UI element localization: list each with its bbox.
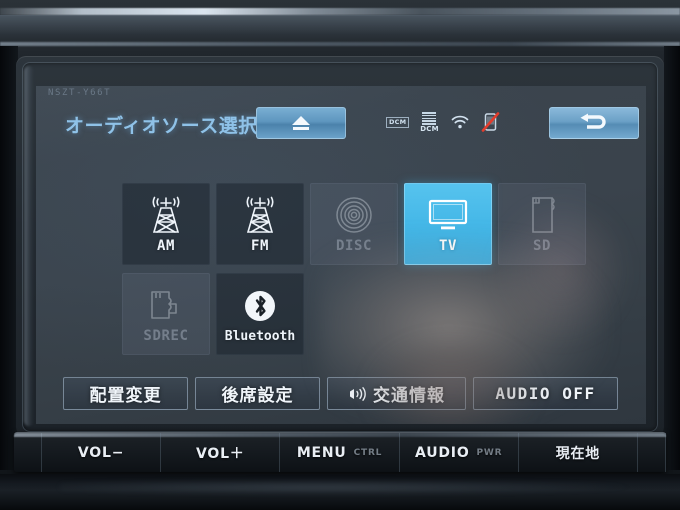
sd-card-icon <box>519 194 565 236</box>
source-tile-disc[interactable]: DISC <box>310 183 398 265</box>
audio-sub-label: PWR <box>476 447 503 458</box>
radio-tower-icon <box>237 194 283 236</box>
dashboard-right-shadow <box>664 46 680 470</box>
volume-down-button[interactable]: VOL− <box>42 433 162 472</box>
source-tile-bluetooth[interactable]: Bluetooth <box>216 273 304 355</box>
radio-tower-icon <box>143 194 189 236</box>
rear-seat-settings-label: 後席設定 <box>221 386 294 406</box>
dcm-signal-icon: DCM <box>420 112 439 133</box>
dashboard-lower-panel <box>0 474 680 510</box>
source-label-tv: TV <box>438 238 458 254</box>
source-tile-am[interactable]: AM <box>122 183 210 265</box>
audio-label: AUDIO <box>415 444 470 461</box>
menu-label: MENU <box>296 444 347 461</box>
hardware-button-strip: VOL− VOL＋ MENU CTRL AUDIO PWR 現在地 <box>14 432 667 472</box>
eject-button[interactable] <box>256 107 346 139</box>
volume-up-label: VOL＋ <box>195 445 245 462</box>
source-label-bluetooth: Bluetooth <box>224 328 296 344</box>
broadcast-wave-icon <box>350 386 366 401</box>
lcd-screen[interactable]: NSZT-Y66T オーディオソース選択 DCM DCM AM FM DISC … <box>36 86 646 424</box>
volume-up-button[interactable]: VOL＋ <box>161 433 281 472</box>
layout-change-label: 配置変更 <box>89 386 162 406</box>
audio-off-label: AUDIO OFF <box>495 384 596 403</box>
traffic-info-button[interactable]: 交通情報 <box>327 377 466 410</box>
eject-icon <box>292 116 310 130</box>
dashboard-gloss-strip <box>0 8 680 15</box>
source-label-fm: FM <box>250 238 270 254</box>
back-button[interactable] <box>549 107 639 139</box>
bezel-gloss-left <box>24 66 34 426</box>
source-tile-sd[interactable]: SD <box>498 183 586 265</box>
dashboard-upper-band <box>0 15 680 43</box>
traffic-info-label: 交通情報 <box>373 386 445 406</box>
layout-change-button[interactable]: 配置変更 <box>63 377 188 410</box>
dcm-badge-icon: DCM <box>386 117 410 128</box>
hardware-strip-left-cap <box>14 433 42 472</box>
sd-record-icon <box>143 284 189 326</box>
phone-disconnected-icon <box>481 112 500 133</box>
status-indicator-area: DCM DCM <box>386 112 500 133</box>
source-label-am: AM <box>156 238 176 254</box>
source-label-sd: SD <box>532 238 552 254</box>
source-tile-sdrec[interactable]: SDREC <box>122 273 210 355</box>
source-label-sdrec: SDREC <box>143 328 189 344</box>
audio-off-button[interactable]: AUDIO OFF <box>473 377 618 410</box>
source-tile-tv[interactable]: TV <box>404 183 492 265</box>
source-label-disc: DISC <box>335 238 373 254</box>
source-tile-fm[interactable]: FM <box>216 183 304 265</box>
dashboard-trim-line <box>0 42 680 46</box>
return-arrow-icon <box>580 113 606 129</box>
audio-source-grid: AM FM DISC TV SD SDREC Bluetooth <box>122 183 586 355</box>
dcm-signal-label: DCM <box>420 124 439 133</box>
head-unit: NSZT-Y66T オーディオソース選択 DCM DCM AM FM DISC … <box>0 0 680 510</box>
current-location-button[interactable]: 現在地 <box>519 433 639 472</box>
audio-power-button[interactable]: AUDIO PWR <box>400 433 519 472</box>
rear-seat-settings-button[interactable]: 後席設定 <box>195 377 320 410</box>
hardware-strip-right-cap <box>638 433 667 472</box>
model-number-label: NSZT-Y66T <box>48 88 112 98</box>
current-location-label: 現在地 <box>555 445 601 462</box>
wifi-icon <box>451 116 469 129</box>
menu-sub-label: CTRL <box>353 447 383 458</box>
disc-icon <box>331 194 377 236</box>
page-title: オーディオソース選択 <box>65 115 258 137</box>
volume-down-label: VOL− <box>77 444 125 461</box>
menu-button[interactable]: MENU CTRL <box>280 433 400 472</box>
function-button-row: 配置変更 後席設定 交通情報 AUDIO OFF <box>63 377 618 410</box>
bluetooth-icon <box>237 285 283 327</box>
tv-monitor-icon <box>425 194 471 236</box>
